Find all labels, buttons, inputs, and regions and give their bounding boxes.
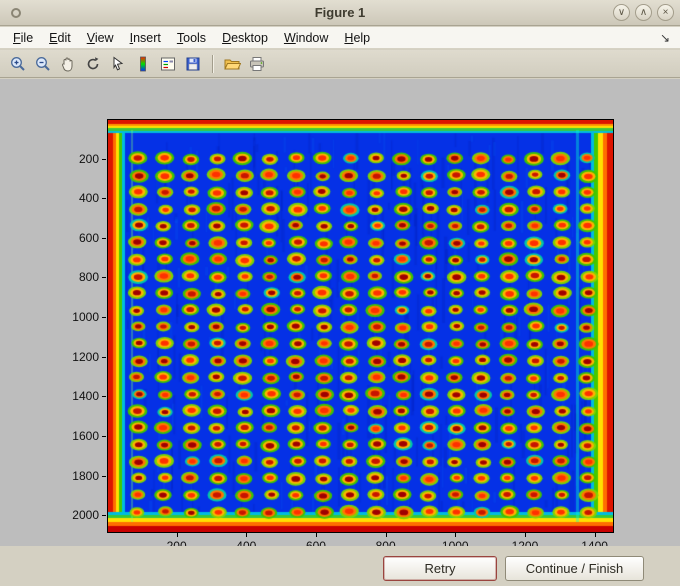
menu-file[interactable]: File [5,29,41,47]
menu-insert[interactable]: Insert [122,29,169,47]
y-tick-mark [102,198,106,200]
close-button[interactable]: × [657,4,674,21]
y-tick-label: 1200 [72,349,99,364]
x-tick-mark [246,533,248,537]
menu-edit[interactable]: Edit [41,29,79,47]
plot-axes[interactable] [107,119,614,533]
menubar: File Edit View Insert Tools Desktop Window Help… [0,27,680,49]
y-tick-label: 600 [78,230,99,245]
print-icon [250,56,264,71]
zoom-in-icon [11,56,25,71]
window-title: Figure 1 [314,5,366,20]
y-tick-mark [102,475,106,477]
y-tick-mark [102,435,106,437]
zoom-in-button[interactable] [6,52,30,76]
button-bar: Retry Continue / Finish [0,546,680,586]
figure-canvas-area: 2004006008001000120014001600180020002004… [0,79,680,553]
y-tick-mark [102,515,106,517]
pan-icon [62,57,73,72]
legend-icon [161,57,175,70]
y-tick-label: 1800 [72,468,99,483]
colorbar-icon [140,56,146,71]
titlebar[interactable]: Figure 1 ∨ ∧ × [0,0,680,26]
save-button[interactable] [181,52,205,76]
y-tick-label: 1000 [72,310,99,325]
y-tick-mark [102,317,106,319]
insert-colorbar-button[interactable] [131,52,155,76]
x-tick-mark [176,533,178,537]
pan-button[interactable] [56,52,80,76]
toolbar-separator [212,54,214,73]
y-tick-mark [102,277,106,279]
y-tick-mark [102,158,106,160]
data-cursor-button[interactable] [106,52,130,76]
rotate-3d-button[interactable] [81,52,105,76]
menu-help[interactable]: Help [336,29,378,47]
menu-desktop[interactable]: Desktop [214,29,276,47]
menubar-items: File Edit View Insert Tools Desktop Window Help [5,29,378,47]
y-tick-label: 1400 [72,389,99,404]
y-tick-label: 200 [78,151,99,166]
x-tick-mark [315,533,317,537]
y-tick-label: 400 [78,191,99,206]
save-icon [186,57,200,70]
shade-button[interactable]: ∨ [613,4,630,21]
y-tick-mark [102,356,106,358]
insert-legend-button[interactable] [156,52,180,76]
plot-canvas[interactable] [108,120,613,532]
y-tick-label: 2000 [72,508,99,523]
x-tick-mark [594,533,596,537]
dock-figure-arrow-icon[interactable]: ↘ [660,31,680,45]
menu-tools[interactable]: Tools [169,29,214,47]
x-tick-mark [524,533,526,537]
window-controls: ∨ ∧ × [613,4,674,21]
menu-window[interactable]: Window [276,29,336,47]
print-button[interactable] [245,52,269,76]
unshade-button[interactable]: ∧ [635,4,652,21]
data-cursor-icon [113,56,124,70]
y-tick-mark [102,396,106,398]
open-folder-icon [224,59,241,69]
menu-view[interactable]: View [79,29,122,47]
zoom-out-icon [36,56,50,71]
y-tick-mark [102,237,106,239]
retry-button[interactable]: Retry [383,556,497,581]
continue-finish-button[interactable]: Continue / Finish [505,556,644,581]
y-tick-label: 1600 [72,428,99,443]
figure-toolbar [0,50,680,78]
x-tick-mark [455,533,457,537]
zoom-out-button[interactable] [31,52,55,76]
x-tick-mark [385,533,387,537]
rotate-3d-icon [87,56,99,69]
open-file-button[interactable] [220,52,244,76]
y-tick-label: 800 [78,270,99,285]
